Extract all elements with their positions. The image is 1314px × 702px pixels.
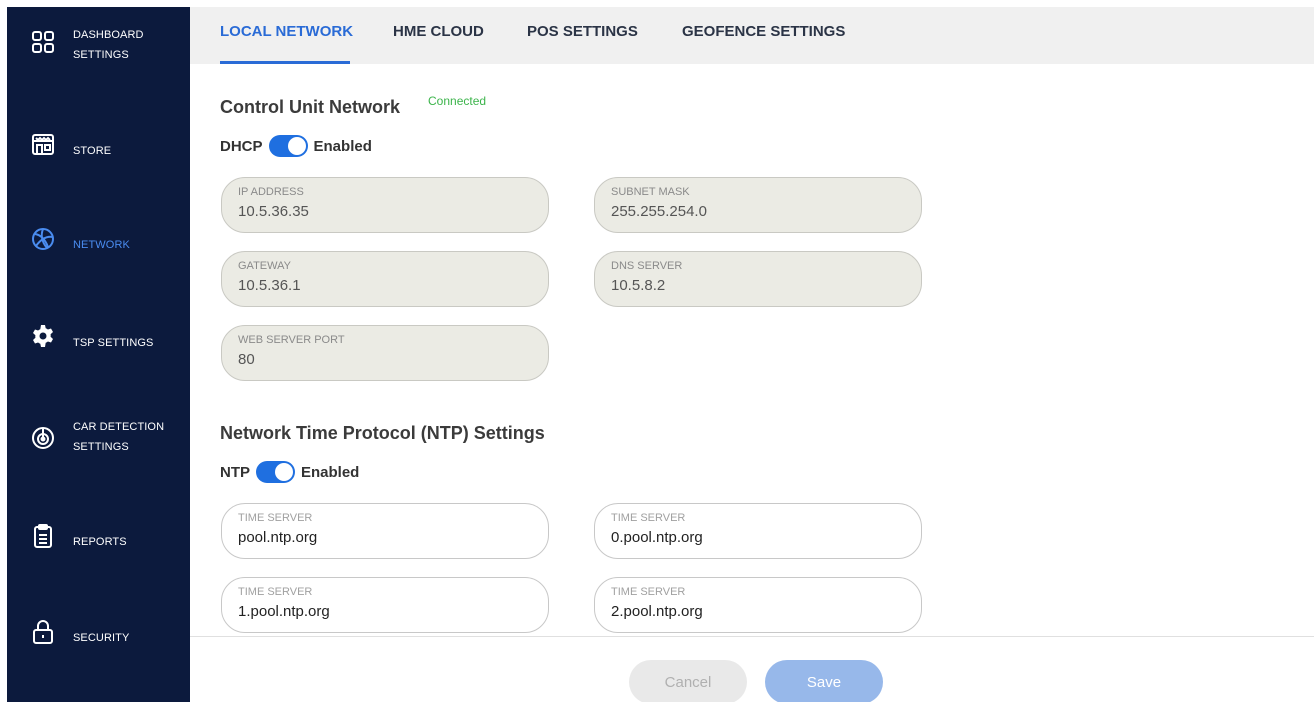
ntp-toggle-row: NTP Enabled [220, 460, 359, 484]
field-label: WEB SERVER PORT [238, 334, 345, 346]
field-label: TIME SERVER [611, 512, 686, 524]
web-server-port-field: WEB SERVER PORT 80 [221, 325, 549, 381]
sidebar-item-label: DASHBOARD [73, 29, 144, 41]
lock-icon [30, 619, 56, 645]
dashboard-grid-icon [30, 29, 56, 55]
dhcp-state-label: Enabled [313, 137, 372, 155]
clipboard-icon [30, 523, 56, 549]
store-icon [30, 131, 56, 157]
control-unit-title: Control Unit Network [220, 97, 400, 117]
time-server-field-2[interactable]: TIME SERVER [594, 503, 922, 559]
ip-address-value: 10.5.36.35 [238, 203, 309, 220]
dhcp-toggle-row: DHCP Enabled [220, 134, 372, 158]
sidebar-item-dashboard-settings[interactable]: DASHBOARD SETTINGS [7, 15, 190, 75]
sidebar-item-label: SECURITY [73, 632, 130, 644]
gateway-value: 10.5.36.1 [238, 277, 301, 294]
radar-icon [30, 425, 56, 451]
dns-server-value: 10.5.8.2 [611, 277, 666, 294]
sidebar-item-label: NETWORK [73, 239, 130, 251]
ntp-label: NTP [220, 463, 250, 481]
time-server-input[interactable] [238, 527, 528, 549]
field-label: DNS SERVER [611, 260, 683, 272]
tab-pos-settings[interactable]: POS SETTINGS [527, 23, 638, 40]
subnet-mask-field: SUBNET MASK 255.255.254.0 [594, 177, 922, 233]
save-button[interactable]: Save [765, 660, 883, 702]
sidebar-item-label: REPORTS [73, 536, 127, 548]
sidebar-item-label: STORE [73, 145, 112, 157]
ntp-title: Network Time Protocol (NTP) Settings [220, 423, 545, 443]
sidebar-item-reports[interactable]: REPORTS [7, 507, 190, 567]
network-globe-icon [30, 226, 56, 252]
connection-status: Connected [428, 94, 487, 108]
toggle-knob [275, 463, 293, 481]
time-server-input[interactable] [611, 527, 901, 549]
gateway-field: GATEWAY 10.5.36.1 [221, 251, 549, 307]
gear-icon [30, 323, 56, 349]
field-label: SUBNET MASK [611, 186, 690, 198]
dns-server-field: DNS SERVER 10.5.8.2 [594, 251, 922, 307]
time-server-input[interactable] [611, 601, 901, 623]
subnet-mask-value: 255.255.254.0 [611, 203, 707, 220]
tab-geofence-settings[interactable]: GEOFENCE SETTINGS [682, 23, 845, 40]
sidebar-item-label-line2: SETTINGS [73, 49, 129, 61]
sidebar-item-store[interactable]: STORE [7, 114, 190, 174]
time-server-input[interactable] [238, 601, 528, 623]
sidebar-item-label: TSP SETTINGS [73, 337, 154, 349]
dhcp-toggle[interactable] [268, 135, 308, 157]
web-server-port-value: 80 [238, 351, 255, 368]
time-server-field-1[interactable]: TIME SERVER [221, 503, 549, 559]
field-label: TIME SERVER [238, 586, 313, 598]
ntp-toggle[interactable] [256, 461, 295, 483]
sidebar-item-security[interactable]: SECURITY [7, 603, 190, 663]
active-tab-indicator [220, 61, 350, 64]
time-server-field-3[interactable]: TIME SERVER [221, 577, 549, 633]
cancel-button[interactable]: Cancel [629, 660, 747, 702]
toggle-knob [287, 137, 306, 155]
sidebar-item-label: CAR DETECTION [73, 421, 165, 433]
sidebar-item-tsp-settings[interactable]: TSP SETTINGS [7, 306, 190, 366]
sidebar-item-car-detection-settings[interactable]: CAR DETECTION SETTINGS [7, 409, 190, 469]
sidebar-item-network[interactable]: NETWORK [7, 210, 190, 270]
ip-address-field: IP ADDRESS 10.5.36.35 [221, 177, 549, 233]
time-server-field-4[interactable]: TIME SERVER [594, 577, 922, 633]
sidebar: DASHBOARD SETTINGS STORE NETWORK TSP SET… [7, 7, 190, 702]
field-label: IP ADDRESS [238, 186, 304, 198]
ntp-state-label: Enabled [301, 463, 360, 481]
field-label: TIME SERVER [238, 512, 313, 524]
field-label: TIME SERVER [611, 586, 686, 598]
footer-divider [190, 636, 1314, 637]
dhcp-label: DHCP [220, 137, 263, 155]
field-label: GATEWAY [238, 260, 291, 272]
tab-local-network[interactable]: LOCAL NETWORK [220, 23, 353, 40]
tab-hme-cloud[interactable]: HME CLOUD [393, 23, 484, 40]
sidebar-item-label-line2: SETTINGS [73, 441, 129, 453]
